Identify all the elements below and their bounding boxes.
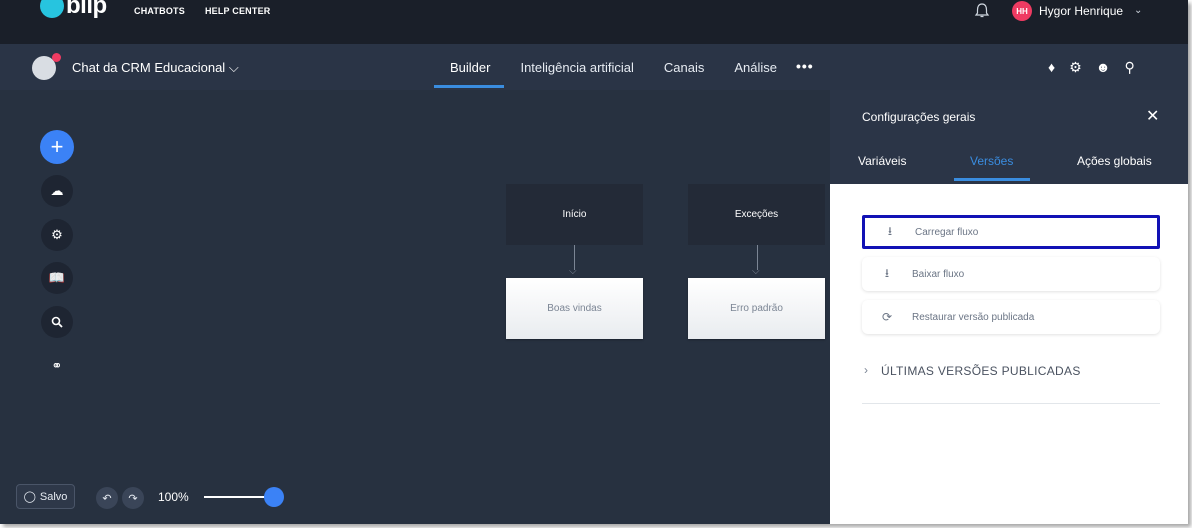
zoom-level: 100% bbox=[158, 490, 189, 504]
bell-icon[interactable] bbox=[974, 2, 990, 25]
team-icon[interactable]: ☻ bbox=[1096, 59, 1111, 76]
arrow-down-icon: ⌵ bbox=[752, 266, 760, 277]
block-label: Início bbox=[562, 209, 587, 220]
logo-bubble-icon bbox=[40, 0, 64, 18]
tab-variaveis[interactable]: Variáveis bbox=[858, 154, 906, 168]
flow-block-excecoes[interactable]: Exceções bbox=[688, 184, 825, 245]
bot-header-icons: ♦ ⚙ ☻ ⚲ bbox=[1048, 59, 1135, 76]
tab-inteligencia-artificial[interactable]: Inteligência artificial bbox=[520, 60, 633, 75]
undo-button[interactable]: ↶ bbox=[96, 487, 118, 509]
nav-help-center[interactable]: HELP CENTER bbox=[205, 6, 271, 16]
saved-status-button[interactable]: ◯ Salvo bbox=[16, 484, 75, 509]
tab-canais[interactable]: Canais bbox=[664, 60, 704, 75]
active-tab-indicator bbox=[434, 85, 504, 88]
upload-flow-button[interactable]: ⭳ Carregar fluxo bbox=[862, 215, 1160, 249]
user-avatar[interactable]: HH bbox=[1012, 1, 1032, 21]
bot-name: Chat da CRM Educacional bbox=[72, 60, 226, 75]
restore-version-button[interactable]: ⟳ Restaurar versão publicada bbox=[862, 300, 1160, 334]
tab-acoes-globais[interactable]: Ações globais bbox=[1077, 154, 1152, 168]
panel-title: Configurações gerais bbox=[862, 110, 976, 124]
upload-flow-label: Carregar fluxo bbox=[915, 226, 979, 238]
bot-tabs: Builder Inteligência artificial Canais A… bbox=[450, 60, 777, 75]
link-icon[interactable]: ⚭ bbox=[41, 350, 73, 382]
tab-analise[interactable]: Análise bbox=[734, 60, 777, 75]
restore-icon: ⟳ bbox=[881, 310, 893, 324]
arrow-down-icon: ⌵ bbox=[569, 266, 577, 277]
blip-logo[interactable]: blip bbox=[40, 0, 107, 20]
nav-chatbots[interactable]: CHATBOTS bbox=[134, 6, 185, 16]
top-nav: CHATBOTS HELP CENTER bbox=[134, 6, 270, 16]
saved-label: Salvo bbox=[39, 490, 68, 503]
tab-versoes[interactable]: Versões bbox=[970, 154, 1013, 168]
download-flow-button[interactable]: ⭳ Baixar fluxo bbox=[862, 257, 1160, 291]
panel-active-tab-indicator bbox=[954, 178, 1030, 181]
restore-version-label: Restaurar versão publicada bbox=[912, 311, 1035, 323]
add-block-button[interactable]: + bbox=[40, 130, 74, 164]
block-label: Exceções bbox=[734, 209, 779, 220]
puzzle-icon[interactable]: ♦ bbox=[1048, 59, 1055, 76]
chevron-down-icon[interactable]: ⌄ bbox=[1134, 5, 1142, 16]
zoom-slider-handle[interactable] bbox=[264, 487, 284, 507]
book-icon[interactable]: 📖 bbox=[41, 262, 73, 294]
top-bar: blip CHATBOTS HELP CENTER HH Hygor Henri… bbox=[0, 0, 1188, 44]
flow-block-erro-padrao[interactable]: Erro padrão bbox=[688, 278, 825, 339]
divider bbox=[862, 403, 1160, 404]
download-flow-label: Baixar fluxo bbox=[912, 268, 965, 280]
more-icon[interactable]: ••• bbox=[796, 58, 814, 74]
app-window: blip CHATBOTS HELP CENTER HH Hygor Henri… bbox=[0, 0, 1188, 524]
block-label: Boas vindas bbox=[547, 303, 602, 314]
zoom-slider-track[interactable] bbox=[204, 496, 270, 498]
settings-icon[interactable]: ⚙ bbox=[41, 219, 73, 251]
flow-block-inicio[interactable]: Início bbox=[506, 184, 643, 245]
settings-panel: Configurações gerais ✕ Variáveis Versões… bbox=[830, 90, 1188, 524]
bot-name-dropdown[interactable]: Chat da CRM Educacional ⌵ bbox=[72, 60, 239, 76]
download-icon: ⭳ bbox=[884, 265, 890, 280]
published-versions-header[interactable]: ÚLTIMAS VERSÕES PUBLICADAS bbox=[881, 364, 1081, 378]
upload-icon: ⭳ bbox=[887, 223, 893, 238]
bot-status-badge bbox=[52, 53, 61, 62]
check-circle-icon: ◯ bbox=[23, 491, 36, 503]
chevron-right-icon[interactable]: › bbox=[864, 363, 868, 377]
bot-header: Chat da CRM Educacional ⌵ Builder Inteli… bbox=[0, 44, 1188, 90]
flask-icon[interactable]: ⚲ bbox=[1124, 59, 1134, 76]
panel-header: Configurações gerais ✕ Variáveis Versões… bbox=[830, 90, 1188, 184]
cloud-upload-icon[interactable]: ☁ bbox=[41, 175, 73, 207]
tab-builder[interactable]: Builder bbox=[450, 60, 490, 75]
close-icon[interactable]: ✕ bbox=[1146, 106, 1159, 126]
flow-block-boas-vindas[interactable]: Boas vindas bbox=[506, 278, 643, 339]
search-icon[interactable] bbox=[41, 306, 73, 338]
user-name[interactable]: Hygor Henrique bbox=[1039, 4, 1123, 18]
redo-button[interactable]: ↷ bbox=[122, 487, 144, 509]
gear-icon[interactable]: ⚙ bbox=[1069, 59, 1082, 76]
block-label: Erro padrão bbox=[730, 303, 783, 314]
logo-text: blip bbox=[66, 0, 107, 19]
